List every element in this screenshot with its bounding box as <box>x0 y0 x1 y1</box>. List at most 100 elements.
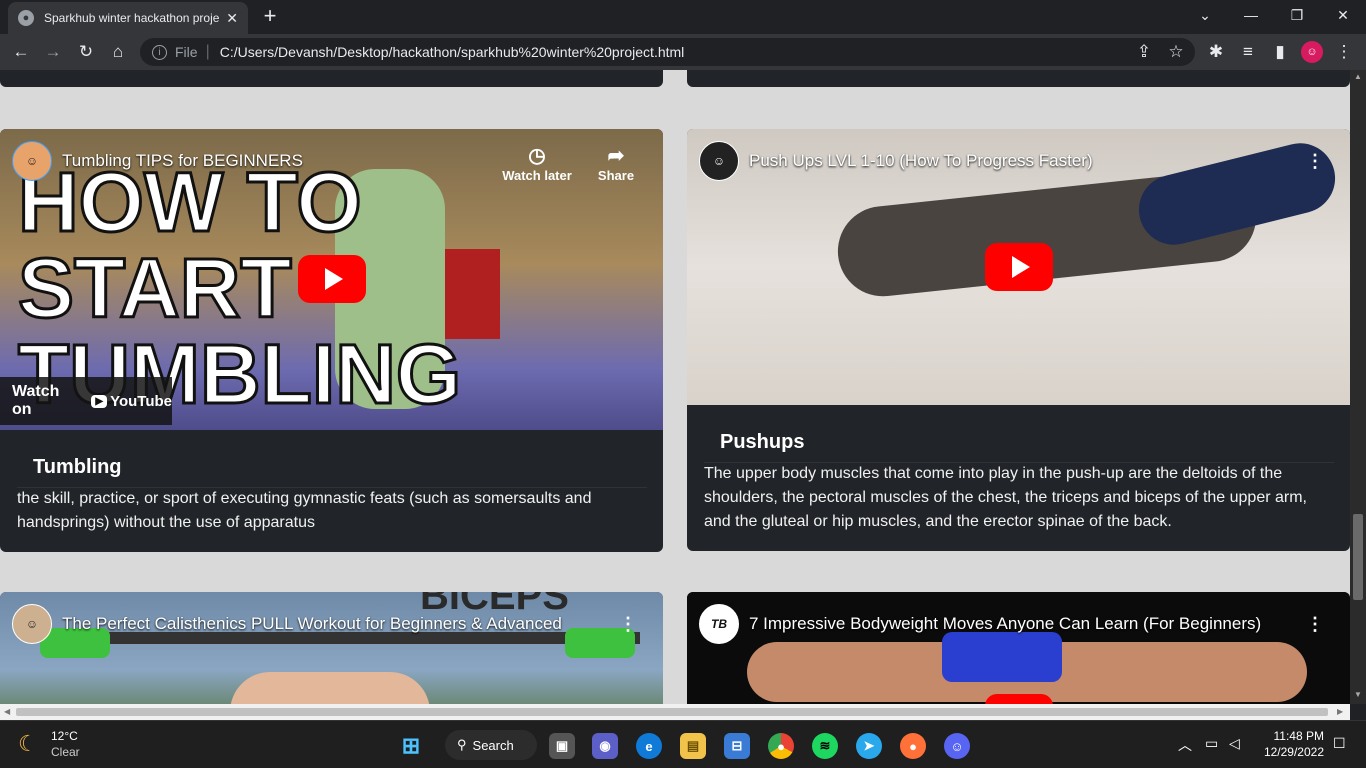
forward-icon[interactable]: → <box>42 41 64 63</box>
watch-later-button[interactable]: ◷ Watch later <box>500 143 574 183</box>
store-icon[interactable]: ⊟ <box>724 733 750 759</box>
extensions-icon[interactable]: ✱ <box>1205 41 1227 63</box>
info-icon[interactable]: i <box>152 44 167 60</box>
scroll-down-icon[interactable]: ▼ <box>1354 690 1362 699</box>
horizontal-scroll-thumb[interactable] <box>16 708 1328 716</box>
video-title[interactable]: 7 Impressive Bodyweight Moves Anyone Can… <box>749 614 1261 634</box>
video-embed[interactable]: TB 7 Impressive Bodyweight Moves Anyone … <box>687 592 1350 704</box>
thumbnail-person <box>230 672 430 704</box>
firefox-icon[interactable]: ● <box>900 733 926 759</box>
scroll-right-icon[interactable]: ▶ <box>1337 707 1343 716</box>
teams-chat-icon[interactable]: ◉ <box>592 733 618 759</box>
play-button[interactable] <box>985 694 1053 704</box>
youtube-label: YouTube <box>110 392 172 410</box>
more-options-icon[interactable]: ⋮ <box>1306 151 1324 172</box>
chrome-icon[interactable]: ● <box>768 733 794 759</box>
url-text[interactable]: C:/Users/Devansh/Desktop/hackathon/spark… <box>220 44 685 60</box>
window-close-button[interactable]: ✕ <box>1320 0 1366 30</box>
previous-card-left <box>0 70 663 87</box>
share-arrow-icon: ➦ <box>607 145 625 167</box>
channel-avatar[interactable]: ☺ <box>12 141 52 181</box>
watch-on-label: Watch on <box>12 383 60 418</box>
weather-temp[interactable]: 12°C <box>51 729 78 743</box>
channel-avatar[interactable]: ☺ <box>12 604 52 644</box>
card-text: The upper body muscles that come into pl… <box>704 465 1307 530</box>
play-button[interactable] <box>985 243 1053 291</box>
watch-later-label: Watch later <box>502 168 572 183</box>
share-label: Share <box>597 168 635 183</box>
card-bodyweight-moves: TB 7 Impressive Bodyweight Moves Anyone … <box>687 592 1350 704</box>
tab-search-icon[interactable]: ⌄ <box>1182 0 1228 30</box>
edge-icon[interactable]: e <box>636 733 662 759</box>
reload-icon[interactable]: ↻ <box>75 41 97 63</box>
share-icon[interactable]: ⇪ <box>1133 41 1155 63</box>
video-embed[interactable]: HOW TO START TUMBLING ☺ Tumbling TIPS fo… <box>0 129 663 430</box>
share-button[interactable]: ➦ Share <box>590 143 642 183</box>
card-text: the skill, practice, or sport of executi… <box>17 490 592 531</box>
tab-title: Sparkhub winter hackathon proje <box>44 11 220 25</box>
browser-window: ● Sparkhub winter hackathon proje ✕ + ⌄ … <box>0 0 1366 768</box>
media-icon[interactable]: ≡ <box>1237 41 1259 63</box>
tab-strip: ● Sparkhub winter hackathon proje ✕ + ⌄ … <box>0 0 1366 34</box>
taskbar-search[interactable]: ⚲ Search <box>445 730 537 760</box>
minimize-button[interactable]: — <box>1228 0 1274 30</box>
task-view-icon[interactable]: ▣ <box>549 733 575 759</box>
url-scheme: File <box>175 44 198 60</box>
menu-icon[interactable]: ⋮ <box>1333 41 1355 63</box>
close-tab-icon[interactable]: ✕ <box>226 10 238 27</box>
card-title: Pushups <box>704 431 1334 463</box>
more-options-icon[interactable]: ⋮ <box>1306 614 1324 635</box>
video-title[interactable]: The Perfect Calisthenics PULL Workout fo… <box>62 614 562 634</box>
more-options-icon[interactable]: ⋮ <box>619 614 637 635</box>
windows-start-icon[interactable]: ⊞ <box>398 733 424 759</box>
bookmark-star-icon[interactable]: ☆ <box>1165 41 1187 63</box>
chevron-up-icon[interactable]: ︿ <box>1178 735 1192 755</box>
scroll-up-icon[interactable]: ▲ <box>1354 72 1362 81</box>
moon-icon[interactable]: ☾ <box>18 731 38 757</box>
clock-time[interactable]: 11:48 PM <box>1262 729 1324 743</box>
file-explorer-icon[interactable]: ▤ <box>680 733 706 759</box>
spotify-icon[interactable]: ≋ <box>812 733 838 759</box>
channel-avatar[interactable]: ☺ <box>699 141 739 181</box>
card-pull-workout: BICEPS ☺ The Perfect Calisthenics PULL W… <box>0 592 663 704</box>
notification-icon[interactable]: ☐ <box>1333 735 1346 752</box>
card-title: Tumbling <box>17 456 647 488</box>
video-embed[interactable]: BICEPS ☺ The Perfect Calisthenics PULL W… <box>0 592 663 704</box>
vertical-scrollbar[interactable]: ▲ ▼ <box>1350 70 1366 704</box>
home-icon[interactable]: ⌂ <box>107 41 129 63</box>
video-title[interactable]: Push Ups LVL 1-10 (How To Progress Faste… <box>749 151 1093 171</box>
clock-icon: ◷ <box>528 145 546 167</box>
card-pushups: ☺ Push Ups LVL 1-10 (How To Progress Fas… <box>687 129 1350 551</box>
page-viewport: HOW TO START TUMBLING ☺ Tumbling TIPS fo… <box>0 70 1350 704</box>
video-embed[interactable]: ☺ Push Ups LVL 1-10 (How To Progress Fas… <box>687 129 1350 405</box>
clock-date[interactable]: 12/29/2022 <box>1257 745 1324 759</box>
thumbnail-shorts <box>942 632 1062 682</box>
globe-icon: ● <box>18 10 34 26</box>
channel-avatar[interactable]: TB <box>699 604 739 644</box>
weather-condition[interactable]: Clear <box>51 745 80 759</box>
url-separator: | <box>205 43 210 60</box>
side-panel-icon[interactable]: ▮ <box>1269 41 1291 63</box>
browser-tab[interactable]: ● Sparkhub winter hackathon proje ✕ <box>8 2 248 34</box>
search-label: Search <box>472 737 514 753</box>
card-tumbling: HOW TO START TUMBLING ☺ Tumbling TIPS fo… <box>0 129 663 552</box>
youtube-logo-icon: ▶ <box>91 394 108 408</box>
profile-avatar[interactable]: ☺ <box>1301 41 1323 63</box>
previous-card-right <box>687 70 1350 87</box>
new-tab-button[interactable]: + <box>258 5 282 29</box>
telegram-icon[interactable]: ➤ <box>856 733 882 759</box>
volume-icon[interactable]: ◁ <box>1229 735 1240 752</box>
play-button[interactable] <box>298 255 366 303</box>
vertical-scroll-thumb[interactable] <box>1353 514 1363 600</box>
scroll-left-icon[interactable]: ◀ <box>4 707 10 716</box>
horizontal-scrollbar[interactable]: ◀ ▶ <box>0 704 1350 720</box>
watch-on-youtube-button[interactable]: Watch on ▶ YouTube <box>0 377 172 425</box>
restore-button[interactable]: ❐ <box>1274 0 1320 30</box>
discord-icon[interactable]: ☺ <box>944 733 970 759</box>
taskbar: ☾ 12°C Clear ⊞ ⚲ Search ▣ ◉ e ▤ ⊟ ● ≋ ➤ … <box>0 720 1366 768</box>
back-icon[interactable]: ← <box>10 41 32 63</box>
network-icon[interactable]: ▭ <box>1205 735 1218 752</box>
toolbar: ← → ↻ ⌂ i File | C:/Users/Devansh/Deskto… <box>0 34 1366 70</box>
address-bar[interactable]: i File | C:/Users/Devansh/Desktop/hackat… <box>140 38 1195 66</box>
video-title[interactable]: Tumbling TIPS for BEGINNERS <box>62 151 303 171</box>
